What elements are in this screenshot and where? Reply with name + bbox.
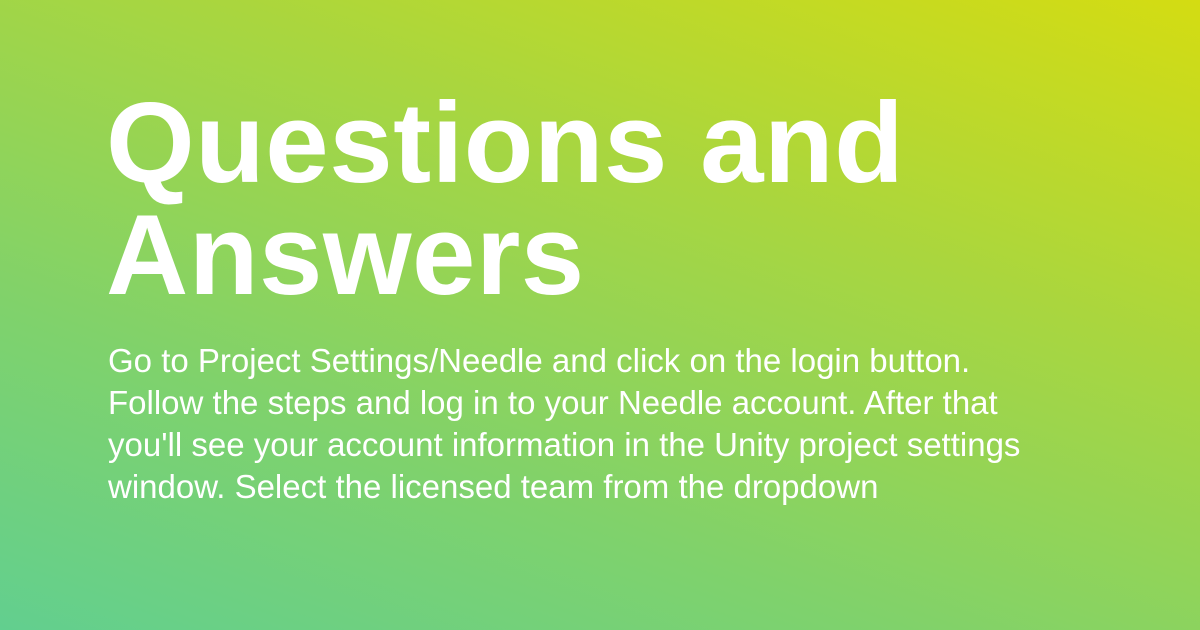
page-description: Go to Project Settings/Needle and click …	[108, 342, 1021, 505]
page-title: Questions and Answers	[106, 80, 905, 319]
card-content: Questions and Answers Go to Project Sett…	[106, 80, 1086, 508]
social-card: Questions and Answers Go to Project Sett…	[0, 0, 1200, 630]
